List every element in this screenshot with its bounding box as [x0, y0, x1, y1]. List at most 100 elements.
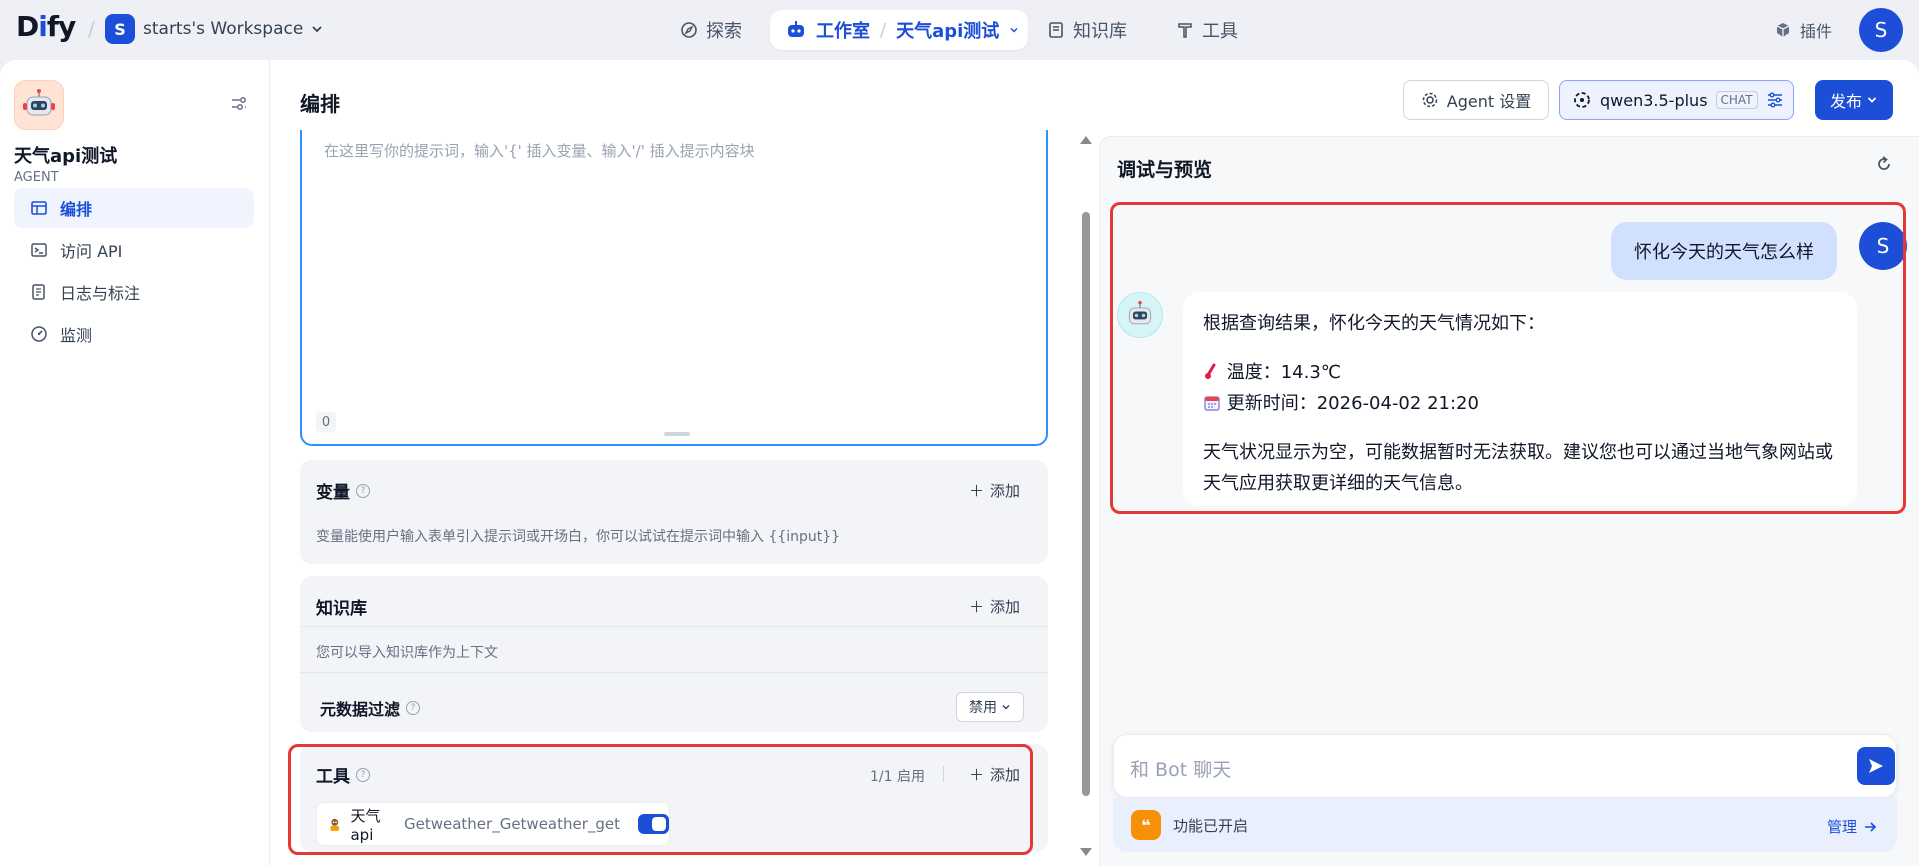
plus-icon: ＋	[968, 482, 984, 500]
chevron-down-icon	[312, 26, 322, 33]
sidebar-item-monitor[interactable]: 监测	[14, 314, 254, 354]
prompt-placeholder: 在这里写你的提示词，输入'{' 插入变量、输入'/' 插入提示内容块	[324, 142, 755, 160]
tools-enabled-count: 1/1 启用	[870, 769, 925, 785]
plugins-button[interactable]: 插件	[1774, 18, 1832, 42]
help-icon[interactable]: ?	[406, 701, 421, 715]
scroll-up-arrow-icon[interactable]	[1080, 136, 1092, 144]
knowledge-section: 知识库 ＋ 添加 您可以导入知识库作为上下文 元数据过滤? 禁用	[300, 576, 1048, 732]
model-provider-icon	[1574, 92, 1590, 108]
send-icon	[1869, 759, 1883, 773]
bot-message-bubble: 根据查询结果，怀化今天的天气情况如下： 温度：14.3℃ 更新时间：2026-0…	[1183, 292, 1857, 506]
tools-title: 工具?	[316, 762, 370, 787]
knowledge-title: 知识库	[316, 599, 367, 619]
layout-icon	[31, 201, 47, 215]
metadata-filter-select[interactable]: 禁用	[956, 692, 1024, 722]
add-variable-button[interactable]: ＋ 添加	[969, 480, 1020, 501]
variables-title-text: 变量	[316, 483, 350, 503]
divider	[300, 672, 1048, 673]
plus-icon: ＋	[968, 766, 984, 784]
nav-explore[interactable]: 探索	[680, 10, 742, 50]
plus-icon: ＋	[968, 598, 984, 616]
publish-button[interactable]: 发布	[1815, 80, 1893, 120]
sidebar-item-label: 日志与标注	[60, 284, 141, 303]
tool-name: Getweather_Getweather_get	[403, 815, 621, 833]
nav-knowledge[interactable]: 知识库	[1047, 10, 1127, 50]
user-avatar[interactable]: S	[1859, 8, 1903, 52]
dify-logo[interactable]: Dify	[16, 10, 76, 43]
agent-settings-button[interactable]: Agent 设置	[1403, 80, 1549, 120]
calendar-icon	[1204, 396, 1220, 411]
page-title: 编排	[300, 92, 340, 116]
chevron-down-icon	[1867, 97, 1877, 103]
chevron-down-icon	[1010, 28, 1018, 33]
app-name: 天气api测试	[14, 146, 118, 167]
log-icon	[32, 284, 45, 300]
resize-handle[interactable]	[664, 432, 690, 436]
scroll-down-arrow-icon[interactable]	[1080, 848, 1092, 856]
bot-message-intro: 根据查询结果，怀化今天的天气情况如下：	[1203, 313, 1545, 334]
user-message-bubble: 怀化今天的天气怎么样	[1611, 222, 1837, 280]
manage-features-link[interactable]: 管理	[1827, 816, 1877, 837]
compass-icon	[681, 22, 697, 38]
tool-provider-icon	[330, 818, 340, 831]
metadata-filter-value: 禁用	[969, 700, 997, 716]
refresh-icon[interactable]	[1874, 154, 1894, 174]
add-label: 添加	[989, 766, 1020, 784]
workspace-switcher[interactable]: S starts's Workspace	[105, 14, 323, 44]
sidebar-item-label: 监测	[60, 326, 93, 345]
help-icon[interactable]: ?	[356, 767, 370, 782]
model-selector[interactable]: qwen3.5-plus CHAT	[1559, 80, 1794, 120]
nav-studio[interactable]: 工作室 / 天气api测试	[770, 10, 1028, 50]
publish-label: 发布	[1829, 92, 1862, 111]
temperature-text: 温度：14.3℃	[1226, 362, 1342, 383]
book-icon	[1049, 22, 1063, 38]
user-avatar: S	[1859, 222, 1907, 270]
send-button[interactable]	[1857, 747, 1895, 785]
nav-tools[interactable]: 工具	[1176, 10, 1238, 50]
terminal-icon	[31, 243, 47, 257]
workspace-avatar: S	[105, 14, 135, 44]
arrow-right-icon	[1865, 821, 1877, 832]
scrollbar-thumb[interactable]	[1082, 212, 1090, 796]
nav-explore-label: 探索	[706, 21, 742, 42]
tools-title-text: 工具	[316, 767, 350, 787]
workspace-name: starts's Workspace	[143, 19, 304, 39]
sidebar-item-api[interactable]: 访问 API	[14, 230, 254, 270]
config-scrollbar[interactable]	[1080, 136, 1092, 856]
metadata-filter-title: 元数据过滤?	[320, 696, 421, 720]
metadata-filter-label: 元数据过滤	[320, 700, 401, 719]
sliders-icon[interactable]	[1766, 91, 1784, 109]
variables-description: 变量能使用户输入表单引入提示词或开场白，你可以试试在提示词中输入 {{input…	[316, 529, 841, 545]
help-icon[interactable]: ?	[356, 483, 370, 498]
nav-studio-label: 工作室	[816, 21, 870, 42]
variables-title: 变量?	[316, 478, 370, 503]
preview-title: 调试与预览	[1117, 159, 1213, 181]
bot-message-note: 天气状况显示为空，可能数据暂时无法获取。建议您也可以通过当地气象网站或天气应用获…	[1203, 442, 1833, 494]
chevron-down-icon	[1002, 705, 1010, 710]
chat-input[interactable]: 和 Bot 聊天	[1113, 734, 1897, 798]
sidebar-item-label: 访问 API	[60, 242, 123, 261]
bot-avatar	[1117, 292, 1163, 338]
nav-tools-label: 工具	[1202, 21, 1238, 42]
gauge-icon	[31, 326, 47, 342]
add-label: 添加	[989, 482, 1020, 500]
tool-item[interactable]: 天气api Getweather_Getweather_get	[316, 802, 670, 846]
sidebar-item-orchestrate[interactable]: 编排	[14, 188, 254, 228]
update-time-text: 更新时间：2026-04-02 21:20	[1226, 393, 1479, 414]
nav-current-app[interactable]: 天气api测试	[896, 17, 999, 43]
bot-message-temperature: 温度：14.3℃	[1203, 357, 1837, 388]
plugins-label: 插件	[1800, 22, 1833, 41]
robot-icon	[1128, 300, 1152, 325]
add-knowledge-button[interactable]: ＋ 添加	[969, 596, 1020, 617]
agent-settings-label: Agent 设置	[1446, 92, 1532, 111]
features-enabled-text: 功能已开启	[1173, 816, 1249, 835]
collapse-sidebar-icon[interactable]	[230, 95, 248, 113]
tool-enable-toggle[interactable]	[638, 814, 669, 834]
sidebar-item-logs[interactable]: 日志与标注	[14, 272, 254, 312]
prompt-editor[interactable]: 在这里写你的提示词，输入'{' 插入变量、输入'/' 插入提示内容块 0	[300, 130, 1048, 446]
add-tool-button[interactable]: ＋ 添加	[969, 764, 1020, 785]
model-mode-badge: CHAT	[1715, 91, 1758, 109]
robot-icon	[23, 89, 55, 116]
knowledge-description: 您可以导入知识库作为上下文	[316, 645, 498, 661]
nav-knowledge-label: 知识库	[1073, 21, 1127, 42]
